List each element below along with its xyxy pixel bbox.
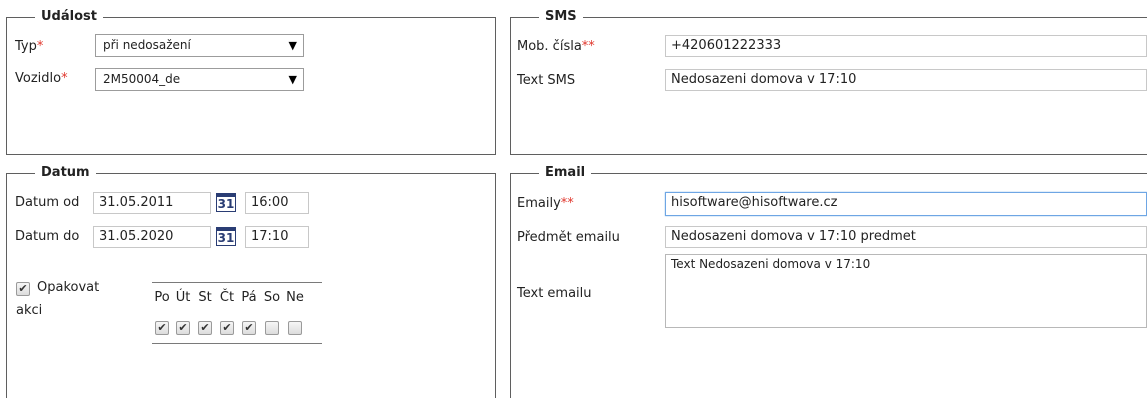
- email-legend: Email: [539, 165, 592, 181]
- day-label-so: So: [263, 290, 281, 305]
- datum-legend: Datum: [35, 165, 96, 181]
- typ-select-value: při nedosažení: [103, 38, 191, 52]
- day-checkbox-so[interactable]: [265, 321, 279, 335]
- chevron-down-icon: ▼: [288, 73, 297, 86]
- cas-od-input[interactable]: 16:00: [245, 192, 309, 214]
- datum-od-input[interactable]: 31.05.2011: [93, 192, 211, 214]
- email-fieldset: Email Emaily** hisoftware@hisoftware.cz …: [510, 165, 1147, 398]
- body-label: Text emailu: [517, 286, 592, 301]
- body-textarea[interactable]: Text Nedosazeni domova v 17:10: [665, 254, 1147, 328]
- calendar-icon[interactable]: 31: [216, 227, 236, 246]
- sms-text-label: Text SMS: [517, 73, 576, 88]
- sms-legend: SMS: [539, 9, 583, 25]
- day-checkbox-ct[interactable]: ✔: [220, 321, 234, 335]
- datum-fieldset: Datum Datum od 31.05.2011 31 16:00 Datum…: [6, 165, 496, 398]
- phone-label: Mob. čísla**: [517, 39, 595, 54]
- phone-input[interactable]: +420601222333: [665, 35, 1147, 57]
- udalost-legend: Událost: [35, 9, 103, 25]
- emails-input[interactable]: hisoftware@hisoftware.cz: [665, 192, 1147, 216]
- days-top-divider: [152, 282, 322, 283]
- day-label-st: St: [198, 290, 212, 305]
- days-bottom-divider: [152, 343, 322, 344]
- day-checkbox-st[interactable]: ✔: [198, 321, 212, 335]
- day-checkbox-ut[interactable]: ✔: [176, 321, 190, 335]
- day-label-ut: Út: [175, 290, 191, 305]
- vozidlo-label: Vozidlo*: [15, 71, 68, 86]
- day-label-ne: Ne: [286, 290, 304, 305]
- day-label-po: Po: [154, 290, 170, 305]
- vozidlo-select[interactable]: 2M50004_de ▼: [95, 68, 304, 91]
- repeat-checkbox[interactable]: ✔: [16, 282, 30, 296]
- repeat-label-line1: Opakovat: [37, 280, 100, 295]
- chevron-down-icon: ▼: [288, 39, 297, 52]
- cas-do-input[interactable]: 17:10: [245, 226, 309, 248]
- subject-label: Předmět emailu: [517, 230, 620, 245]
- datum-od-label: Datum od: [15, 195, 80, 210]
- sms-fieldset: SMS Mob. čísla** +420601222333 Text SMS …: [510, 9, 1147, 155]
- subject-input[interactable]: Nedosazeni domova v 17:10 predmet: [665, 226, 1147, 248]
- udalost-fieldset: Událost Typ* při nedosažení ▼ Vozidlo* 2…: [6, 9, 496, 155]
- day-label-ct: Čt: [219, 290, 235, 305]
- sms-text-input[interactable]: Nedosazeni domova v 17:10: [665, 69, 1147, 91]
- calendar-icon[interactable]: 31: [216, 193, 236, 212]
- typ-select[interactable]: při nedosažení ▼: [95, 34, 304, 57]
- typ-label: Typ*: [15, 39, 44, 54]
- day-label-pa: Pá: [241, 290, 257, 305]
- vozidlo-select-value: 2M50004_de: [103, 72, 181, 86]
- day-checkbox-po[interactable]: ✔: [155, 321, 169, 335]
- datum-do-label: Datum do: [15, 229, 80, 244]
- emails-label: Emaily**: [517, 196, 574, 211]
- day-checkbox-pa[interactable]: ✔: [242, 321, 256, 335]
- day-checkbox-ne[interactable]: [288, 321, 302, 335]
- repeat-label-line2: akci: [16, 303, 43, 318]
- datum-do-input[interactable]: 31.05.2020: [93, 226, 211, 248]
